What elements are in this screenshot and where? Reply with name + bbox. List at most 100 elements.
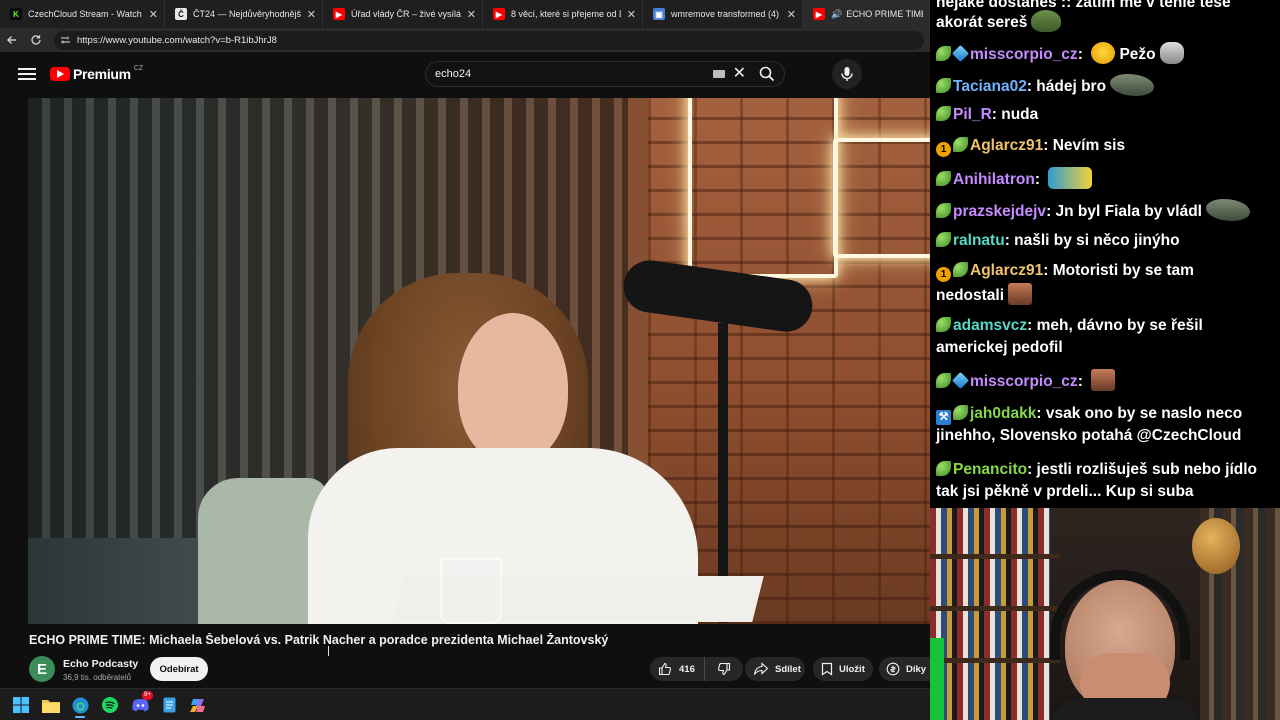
tab-close-icon[interactable]: ✕ — [467, 8, 476, 21]
search-icon[interactable] — [754, 61, 780, 87]
super-thanks-icon — [886, 662, 900, 676]
chat-username[interactable]: Aglarcz91 — [970, 262, 1043, 279]
search-bar[interactable]: echo24 ✕ — [425, 61, 785, 87]
notepad-icon[interactable] — [160, 696, 178, 714]
dislike-button[interactable] — [705, 657, 743, 681]
tab-title: ECHO PRIME TIME: Micha — [846, 9, 923, 19]
youtube-icon: ▶ — [493, 8, 505, 20]
leaf-badge-icon — [936, 203, 951, 218]
chat-text: vsak ono by se naslo neco — [1045, 405, 1243, 422]
tab-title: 8 věcí, které si přejeme od DLC pro — [511, 9, 621, 19]
clear-search-icon[interactable]: ✕ — [733, 66, 746, 82]
chat-username[interactable]: Penancito — [953, 461, 1027, 478]
shelf-board — [930, 554, 1060, 559]
face-emote-icon — [1008, 283, 1033, 305]
back-button[interactable] — [0, 28, 24, 52]
tab-title: ČT24 — Nejdůvěryhodnější zpravo — [193, 9, 301, 19]
tab-echo-prime-time[interactable]: ▶ 🔊 ECHO PRIME TIME: Micha — [803, 0, 930, 28]
chat-message: ⚒ jah0dakk: vsak ono by se naslo neco — [936, 403, 1276, 425]
neon-sign — [833, 138, 930, 258]
back-arrow-icon — [7, 36, 16, 44]
tab-dlc-video[interactable]: ▶ 8 věcí, které si přejeme od DLC pro ✕ — [483, 0, 643, 28]
speaker-icon[interactable]: 🔊 — [831, 9, 842, 20]
address-bar[interactable]: https://www.youtube.com/watch?v=b-R1ibJh… — [54, 31, 924, 50]
subscriber-count: 36,9 tis. odběratelů — [63, 673, 132, 682]
leaf-badge-icon — [936, 78, 951, 93]
region-code: CZ — [133, 65, 144, 72]
tab-close-icon[interactable]: ✕ — [627, 8, 636, 21]
leaf-badge-icon — [953, 262, 968, 277]
stream-chat-overlay: nějaké dostanes :: zatím mě v téhle tese… — [930, 0, 1280, 508]
like-button[interactable]: 416 — [650, 657, 705, 681]
streamer-webcam — [930, 508, 1280, 720]
chat-username[interactable]: misscorpio_cz — [970, 46, 1078, 63]
copilot-icon[interactable] — [189, 696, 207, 714]
chat-text: meh, dávno by se řešil — [1036, 317, 1203, 334]
tab-czechcloud-stream[interactable]: K CzechCloud Stream - Watch Live o ✕ — [0, 0, 165, 28]
tab-wmremove[interactable]: ▣ wmremove transformed (4) — Po ✕ — [643, 0, 803, 28]
shelf-board — [930, 658, 1060, 663]
green-light — [930, 638, 944, 720]
channel-name[interactable]: Echo Podcasty — [63, 658, 138, 670]
chat-text: našli by si něco jinýho — [1014, 232, 1180, 249]
logo-wordmark: Premium — [73, 66, 131, 82]
file-explorer-icon[interactable] — [42, 696, 60, 714]
kick-icon: K — [10, 8, 22, 20]
channel-avatar[interactable]: E — [29, 656, 55, 682]
water-glass — [440, 558, 502, 624]
discord-icon[interactable]: 9+ — [131, 691, 153, 714]
tab-close-icon[interactable]: ✕ — [787, 8, 796, 21]
windows-start-icon[interactable] — [12, 696, 30, 714]
chat-username[interactable]: Pil_R — [953, 106, 992, 123]
chat-username[interactable]: Aglarcz91 — [970, 137, 1043, 154]
hamburger-menu-icon[interactable] — [18, 65, 36, 83]
chat-text: Jn byl Fiala by vládl — [1055, 203, 1202, 220]
doc-icon: ▣ — [653, 8, 665, 20]
chat-text: Motoristi by se tam — [1052, 262, 1194, 279]
chat-text: Nevím sis — [1052, 137, 1126, 154]
like-dislike-group: 416 — [650, 657, 743, 681]
search-input[interactable]: echo24 — [435, 68, 713, 80]
tab-close-icon[interactable]: ✕ — [149, 8, 158, 21]
keyboard-icon[interactable] — [712, 70, 725, 78]
chat-message: Pil_R: nuda — [936, 104, 1276, 126]
chat-message: americkej pedofil — [936, 337, 1276, 359]
chat-username[interactable]: prazskejdejv — [953, 203, 1046, 220]
bookmark-icon — [821, 662, 833, 676]
edge-browser-icon[interactable] — [71, 696, 89, 718]
chat-message: jinehho, Slovensko potahá @CzechCloud — [936, 425, 1276, 447]
tab-urad-vlady[interactable]: ▶ Úřad vlády ČR – živé vysílání - You ✕ — [323, 0, 483, 28]
chat-username[interactable]: adamsvcz — [953, 317, 1027, 334]
chat-message: 1 Aglarcz91: Motoristi by se tam — [936, 260, 1276, 282]
reload-button[interactable] — [24, 28, 48, 52]
chat-username[interactable]: Taciana02 — [953, 78, 1027, 95]
video-player[interactable] — [28, 98, 930, 624]
share-button[interactable]: Sdílet — [745, 657, 805, 681]
youtube-masthead: Premium CZ echo24 ✕ — [0, 52, 930, 96]
site-info-icon[interactable] — [60, 35, 71, 47]
leaf-badge-icon — [936, 373, 951, 388]
leaf-badge-icon — [936, 46, 951, 61]
chat-username[interactable]: misscorpio_cz — [970, 373, 1078, 390]
chat-message: Taciana02: hádej bro — [936, 74, 1276, 98]
voice-search-button[interactable] — [832, 59, 862, 89]
save-button[interactable]: Uložit — [813, 657, 873, 681]
spotify-icon[interactable] — [101, 696, 119, 714]
chat-username[interactable]: ralnatu — [953, 232, 1005, 249]
save-label: Uložit — [839, 663, 865, 675]
crocodile-emote-icon — [1110, 74, 1155, 96]
youtube-icon: ▶ — [813, 8, 825, 20]
chat-message: tak jsi pěkně v prdeli... Kup si suba — [936, 481, 1276, 503]
tab-close-icon[interactable]: ✕ — [307, 8, 316, 21]
youtube-premium-logo[interactable]: Premium CZ — [50, 65, 143, 83]
navigation-bar: https://www.youtube.com/watch?v=b-R1ibJh… — [0, 28, 930, 52]
chat-message: misscorpio_cz: Pežo — [936, 42, 1276, 66]
chat-username[interactable]: Anihilatron — [953, 171, 1035, 188]
thanks-button[interactable]: Díky — [879, 657, 930, 681]
text-cursor — [328, 646, 329, 656]
tab-ct24[interactable]: Č ČT24 — Nejdůvěryhodnější zpravo ✕ — [165, 0, 323, 28]
chat-username[interactable]: jah0dakk — [970, 405, 1036, 422]
duck-emote-icon — [1091, 42, 1116, 64]
hammer-badge-icon: ⚒ — [936, 410, 951, 425]
subscribe-button[interactable]: Odebírat — [150, 657, 208, 681]
